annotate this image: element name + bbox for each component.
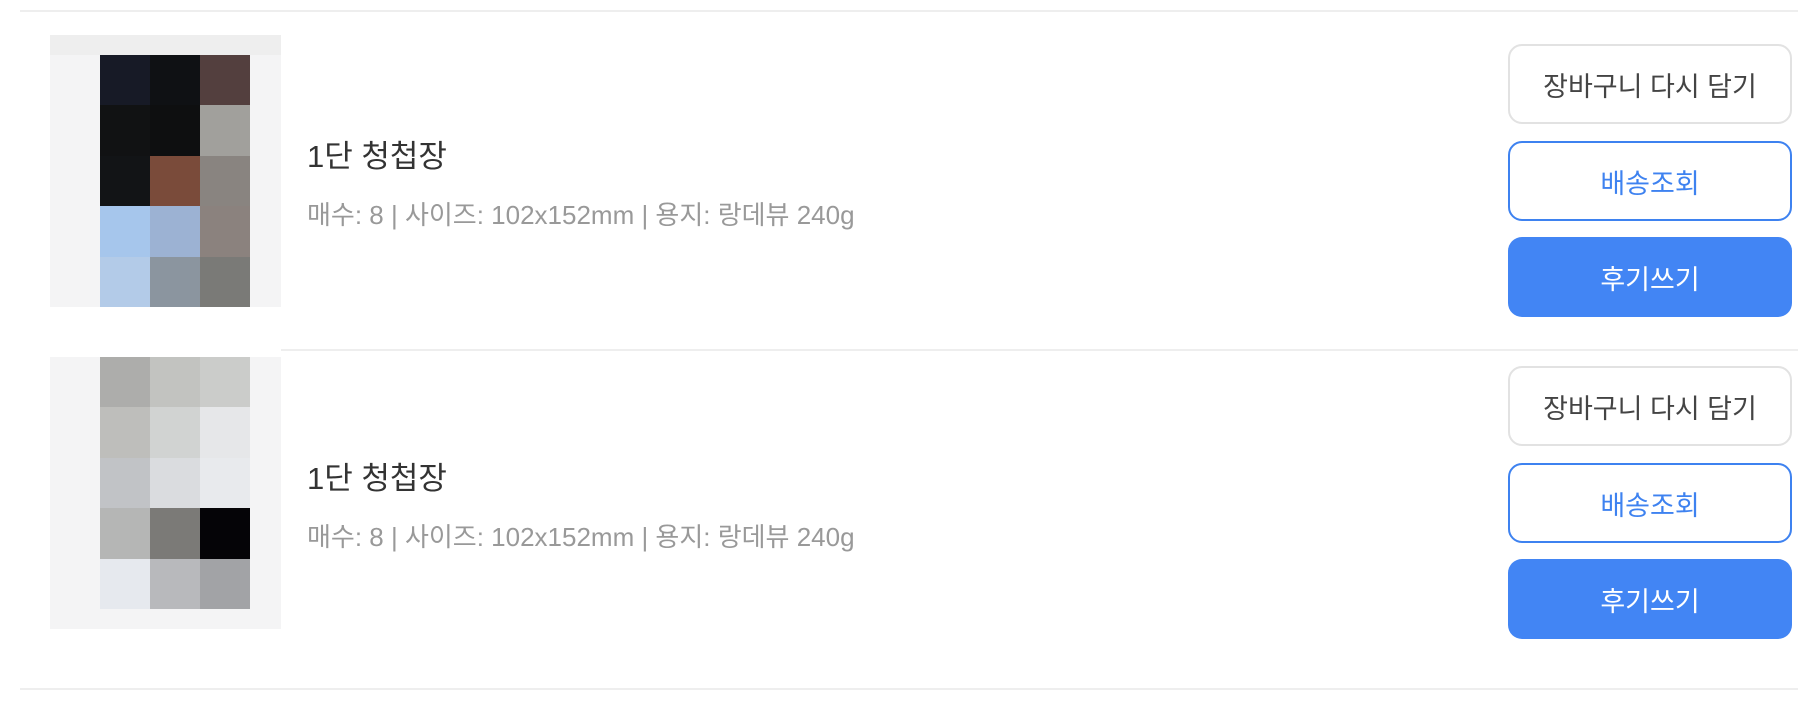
- track-delivery-button[interactable]: 배송조회: [1508, 463, 1792, 543]
- write-review-button[interactable]: 후기쓰기: [1508, 237, 1792, 317]
- product-options: 매수: 8 | 사이즈: 102x152mm | 용지: 랑데뷰 240g: [307, 522, 855, 552]
- divider: [281, 349, 1798, 351]
- track-delivery-button[interactable]: 배송조회: [1508, 141, 1792, 221]
- thumbnail-pixel: [100, 457, 150, 509]
- order-list: 1단 청첩장 매수: 8 | 사이즈: 102x152mm | 용지: 랑데뷰 …: [0, 0, 1818, 706]
- thumbnail-pixel: [150, 206, 200, 257]
- thumbnail-pixel: [150, 256, 200, 307]
- thumbnail-pixel: [200, 508, 250, 559]
- thumbnail-pixel: [100, 407, 150, 458]
- thumbnail-pixel: [100, 155, 150, 207]
- product-options: 매수: 8 | 사이즈: 102x152mm | 용지: 랑데뷰 240g: [307, 200, 855, 230]
- thumbnail-pixel: [150, 357, 200, 408]
- thumbnail-pixel: [100, 357, 150, 408]
- add-to-cart-again-button[interactable]: 장바구니 다시 담기: [1508, 44, 1792, 124]
- product-title[interactable]: 1단 청첩장: [307, 131, 447, 176]
- thumbnail-pixel: [150, 457, 200, 509]
- thumbnail-pixel: [100, 558, 150, 609]
- thumbnail-pixel: [200, 206, 250, 257]
- thumbnail-pixel: [200, 407, 250, 458]
- thumbnail-pixel: [150, 105, 200, 156]
- thumbnail-pixel: [100, 206, 150, 257]
- thumbnail-pixel: [150, 155, 200, 207]
- thumbnail-image: [100, 357, 250, 609]
- thumbnail-pixel: [150, 558, 200, 609]
- thumbnail-pixel: [150, 508, 200, 559]
- add-to-cart-again-button[interactable]: 장바구니 다시 담기: [1508, 366, 1792, 446]
- thumbnail-border: [50, 35, 281, 55]
- thumbnail-image: [100, 55, 250, 307]
- thumbnail-pixel: [150, 55, 200, 106]
- thumbnail-pixel: [200, 457, 250, 509]
- thumbnail-pixel: [200, 155, 250, 207]
- thumbnail-pixel: [200, 55, 250, 106]
- thumbnail-pixel: [200, 256, 250, 307]
- thumbnail-pixel: [100, 508, 150, 559]
- thumbnail-pixel: [200, 558, 250, 609]
- thumbnail-pixel: [100, 105, 150, 156]
- product-title[interactable]: 1단 청첩장: [307, 453, 447, 498]
- thumbnail-pixel: [100, 55, 150, 106]
- product-thumbnail[interactable]: [50, 35, 281, 307]
- thumbnail-pixel: [100, 256, 150, 307]
- thumbnail-pixel: [200, 357, 250, 408]
- thumbnail-pixel: [200, 105, 250, 156]
- divider: [20, 10, 1798, 12]
- product-thumbnail[interactable]: [50, 357, 281, 629]
- divider: [20, 688, 1798, 690]
- thumbnail-pixel: [150, 407, 200, 458]
- write-review-button[interactable]: 후기쓰기: [1508, 559, 1792, 639]
